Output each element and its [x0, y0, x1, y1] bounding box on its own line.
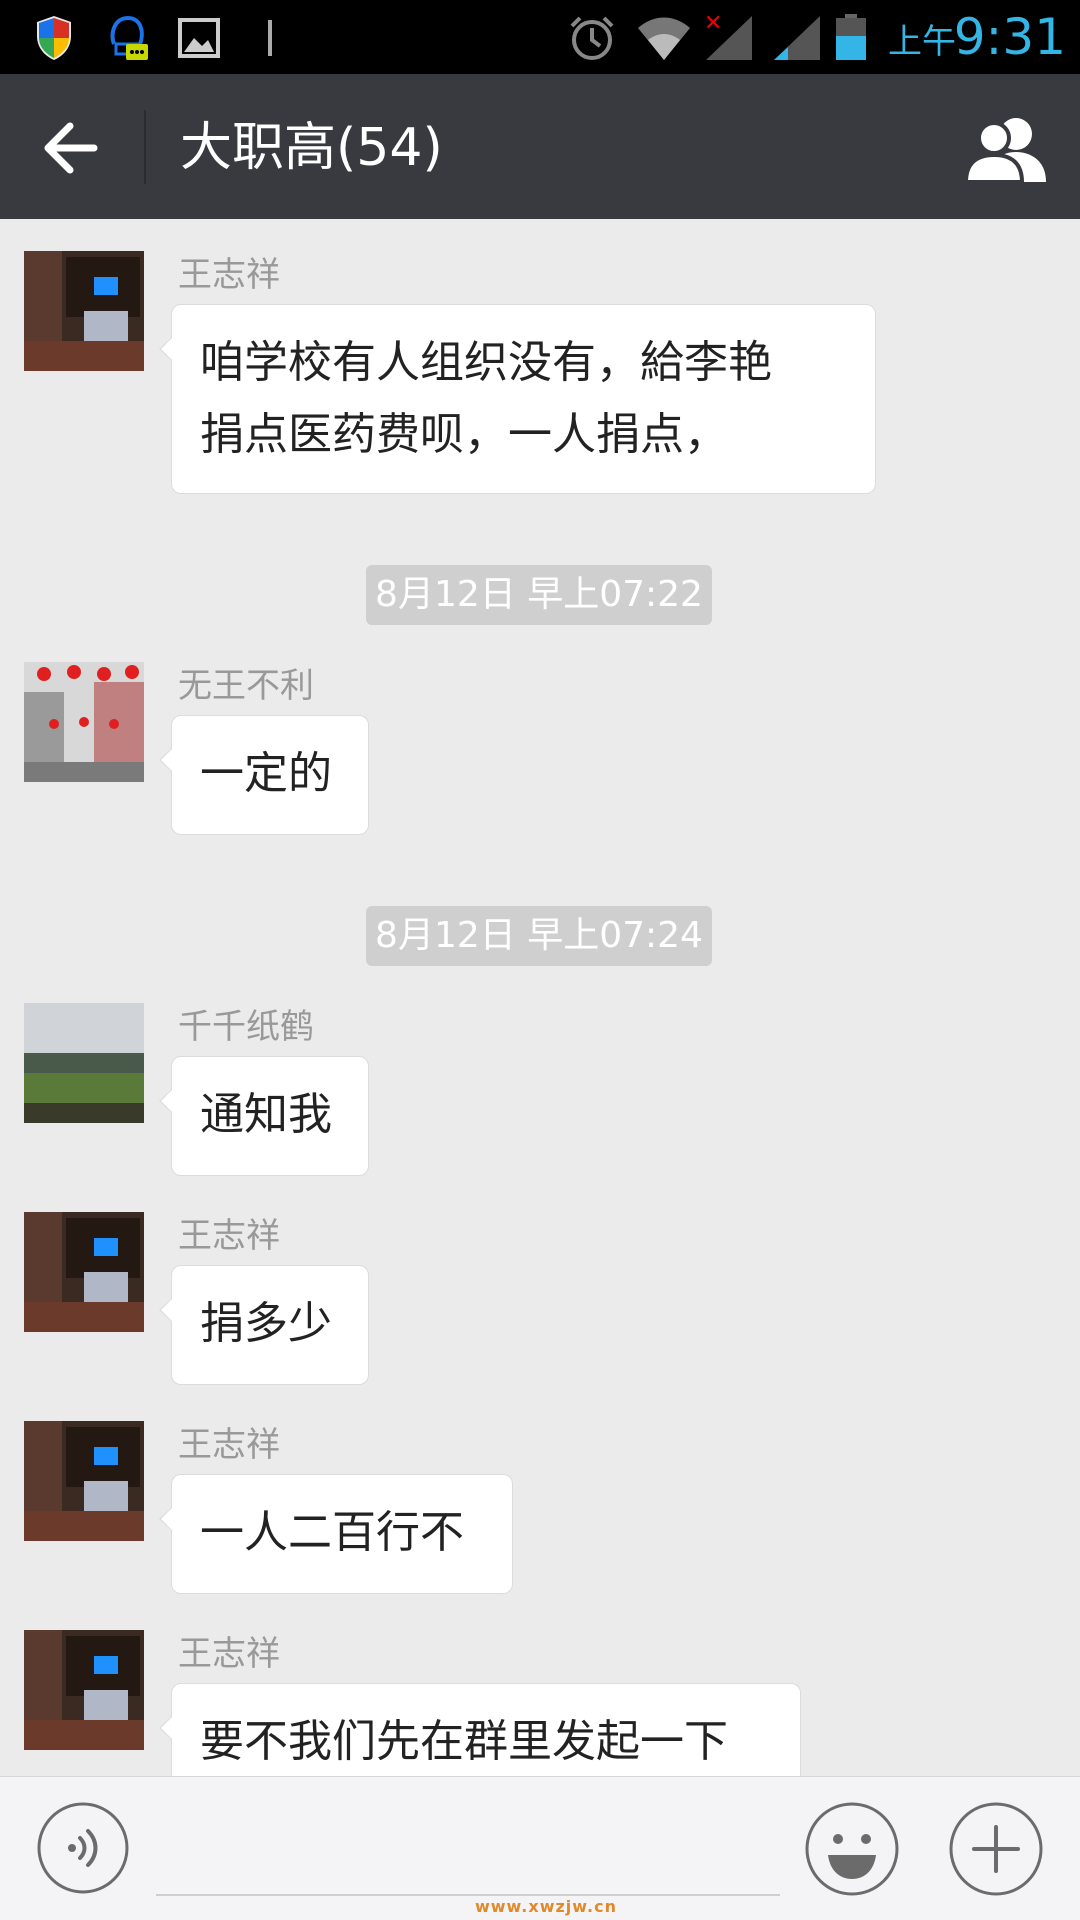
status-time: 9:31: [953, 8, 1066, 66]
voice-icon[interactable]: [36, 1801, 130, 1895]
message-bubble[interactable]: 要不我们先在群里发起一下: [159, 1683, 801, 1776]
message-text-line: 咱学校有人组织没有，給李艳: [200, 337, 772, 388]
sender-name: 王志祥: [178, 1634, 280, 1674]
message-text-line: 一定的: [200, 748, 332, 799]
watermark: www.xwzjw.cn: [474, 1897, 617, 1916]
message-bubble[interactable]: 一定的: [159, 715, 369, 835]
message-bubble[interactable]: 捐多少: [159, 1265, 369, 1385]
shield-icon: [37, 16, 71, 60]
message-text-line: 要不我们先在群里发起一下: [200, 1716, 728, 1767]
group-members-icon[interactable]: [964, 114, 1050, 184]
sender-name: 王志祥: [178, 1425, 280, 1465]
signal-icon: [774, 16, 820, 60]
avatar[interactable]: [24, 1421, 144, 1541]
chat-title: 大职高(54): [180, 118, 443, 178]
plus-icon[interactable]: [948, 1801, 1044, 1897]
message-text-line: 捐多少: [200, 1298, 332, 1349]
signal-icon: ✕: [704, 14, 752, 60]
message-text-line: 一人二百行不: [200, 1507, 464, 1558]
qq-message-icon: [110, 15, 148, 60]
sender-name: 王志祥: [178, 255, 280, 295]
sender-name: 千千纸鹤: [178, 1007, 314, 1047]
message-bubble[interactable]: 通知我: [159, 1056, 369, 1176]
svg-text:✕: ✕: [704, 14, 722, 36]
header-divider: [144, 110, 146, 184]
avatar[interactable]: [24, 1212, 144, 1332]
message-bubble[interactable]: 一人二百行不: [159, 1474, 513, 1594]
cursor-icon: [268, 20, 272, 56]
chat-header: 大职高(54): [0, 74, 1080, 219]
avatar[interactable]: [24, 1003, 144, 1123]
arrow-left-icon[interactable]: [30, 110, 114, 186]
emoji-icon[interactable]: [804, 1801, 900, 1897]
avatar[interactable]: [24, 662, 144, 782]
message-text-line: 捐点医药费呗，一人捐点，: [200, 409, 728, 460]
sender-name: 王志祥: [178, 1216, 280, 1256]
chat-area[interactable]: 王志祥 咱学校有人组织没有，給李艳 捐点医药费呗，一人捐点， 8月12日 早上0…: [0, 219, 1080, 1776]
sender-name: 无王不利: [178, 666, 314, 706]
timestamp: 8月12日 早上07:22: [366, 565, 712, 625]
wifi-icon: [638, 17, 690, 60]
alarm-icon: [570, 16, 614, 60]
input-bar: www.xwzjw.cn: [0, 1776, 1080, 1920]
message-input[interactable]: [156, 1894, 780, 1896]
gallery-icon: [178, 18, 220, 58]
timestamp: 8月12日 早上07:24: [366, 906, 712, 966]
message-bubble[interactable]: 咱学校有人组织没有，給李艳 捐点医药费呗，一人捐点，: [159, 304, 876, 494]
avatar[interactable]: [24, 251, 144, 371]
avatar[interactable]: [24, 1630, 144, 1750]
status-bar: ✕ 上午 9:31: [0, 0, 1080, 74]
message-text-line: 通知我: [200, 1089, 332, 1140]
status-ampm: 上午: [888, 22, 956, 62]
battery-icon: [836, 14, 866, 60]
